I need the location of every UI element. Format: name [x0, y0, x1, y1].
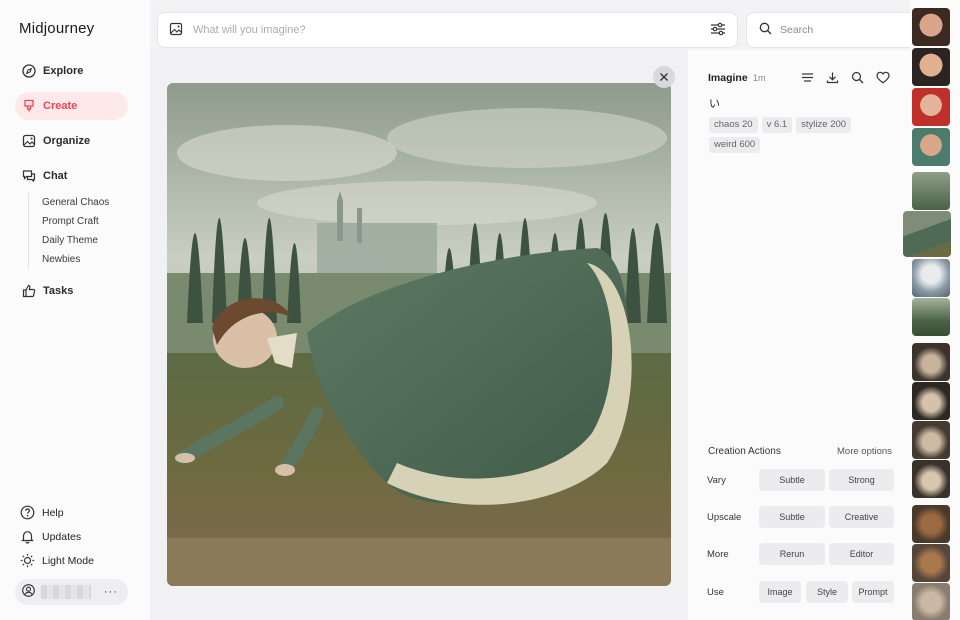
brush-icon: [21, 99, 36, 114]
image-icon: [21, 134, 36, 149]
history-thumbnail-selected[interactable]: [903, 211, 951, 257]
generated-image[interactable]: [167, 83, 671, 586]
imagine-prompt-bar[interactable]: [157, 12, 738, 48]
param-tag[interactable]: stylize 200: [796, 117, 852, 133]
upscale-creative-button[interactable]: Creative: [829, 506, 894, 528]
history-thumbnail[interactable]: [912, 421, 950, 459]
history-thumbnail[interactable]: [912, 343, 950, 381]
search-bar[interactable]: [746, 12, 928, 48]
prompt-text[interactable]: い: [709, 95, 720, 111]
heart-icon[interactable]: [875, 70, 890, 85]
sidebar: Midjourney Explore Create Organize Chat …: [0, 0, 150, 620]
compass-icon: [21, 64, 36, 79]
chat-icon: [21, 169, 36, 184]
brand-logo[interactable]: Midjourney: [19, 20, 94, 37]
sidebar-item-label: Organize: [43, 135, 91, 147]
search-input[interactable]: [780, 24, 910, 36]
upscale-label: Upscale: [707, 512, 742, 523]
filter-lines-icon[interactable]: [800, 70, 815, 85]
sidebar-item-label: Chat: [43, 170, 68, 182]
painting-girl-in-green-dress: [167, 83, 671, 586]
chat-room-newbies[interactable]: Newbies: [42, 250, 109, 269]
user-name-redacted: [41, 585, 91, 599]
history-thumbnail[interactable]: [912, 298, 950, 336]
history-thumbnail[interactable]: [912, 172, 950, 210]
help-link[interactable]: Help: [20, 505, 64, 520]
image-prompt-icon[interactable]: [169, 22, 183, 39]
sidebar-item-tasks[interactable]: Tasks: [15, 277, 128, 305]
history-thumbnail[interactable]: [912, 583, 950, 620]
close-viewer-button[interactable]: [653, 66, 675, 88]
use-prompt-button[interactable]: Prompt: [852, 581, 894, 603]
param-tag[interactable]: weird 600: [709, 137, 761, 153]
job-timestamp: 1m: [753, 73, 766, 83]
sun-icon: [20, 553, 35, 568]
use-image-button[interactable]: Image: [759, 581, 801, 603]
job-type-title: Imagine: [708, 72, 748, 84]
light-mode-label: Light Mode: [42, 554, 94, 567]
history-thumbnail[interactable]: [912, 544, 950, 582]
user-account-pill[interactable]: ···: [15, 579, 128, 605]
close-icon: [660, 73, 668, 81]
image-action-toolbar: [800, 70, 890, 85]
search-icon: [759, 22, 772, 38]
download-icon[interactable]: [825, 70, 840, 85]
history-thumbnail[interactable]: [912, 88, 950, 126]
vary-label: Vary: [707, 475, 726, 486]
more-label: More: [707, 549, 729, 560]
updates-label: Updates: [42, 530, 82, 543]
upscale-subtle-button[interactable]: Subtle: [759, 506, 825, 528]
param-tag[interactable]: v 6.1: [761, 117, 793, 133]
search-similar-icon[interactable]: [850, 70, 865, 85]
thumbs-up-icon: [21, 284, 36, 299]
sidebar-item-label: Explore: [43, 65, 84, 77]
rerun-button[interactable]: Rerun: [759, 543, 825, 565]
history-thumbnail[interactable]: [912, 505, 950, 543]
parameter-tags: chaos 20 v 6.1 stylize 200 weird 600: [709, 117, 889, 153]
history-thumbnail[interactable]: [912, 48, 950, 86]
sidebar-item-label: Tasks: [43, 285, 74, 297]
bell-icon: [20, 529, 35, 544]
sidebar-item-create[interactable]: Create: [15, 92, 128, 120]
history-thumbnail[interactable]: [912, 382, 950, 420]
chat-room-list: General Chaos Prompt Craft Daily Theme N…: [28, 193, 109, 269]
chat-room-daily-theme[interactable]: Daily Theme: [42, 231, 109, 250]
more-options-link[interactable]: More options: [837, 446, 892, 457]
imagine-prompt-input[interactable]: [193, 24, 710, 36]
updates-link[interactable]: Updates: [20, 529, 81, 544]
light-mode-toggle[interactable]: Light Mode: [20, 553, 94, 568]
creation-actions-title: Creation Actions: [708, 446, 781, 457]
chat-room-prompt-craft[interactable]: Prompt Craft: [42, 212, 109, 231]
history-thumbnail[interactable]: [912, 460, 950, 498]
vary-subtle-button[interactable]: Subtle: [759, 469, 825, 491]
sidebar-item-organize[interactable]: Organize: [15, 127, 128, 155]
use-style-button[interactable]: Style: [806, 581, 848, 603]
user-more-button[interactable]: ···: [104, 586, 118, 598]
editor-button[interactable]: Editor: [829, 543, 894, 565]
use-label: Use: [707, 587, 724, 598]
user-avatar-icon: [22, 584, 35, 600]
param-tag[interactable]: chaos 20: [709, 117, 758, 133]
sidebar-item-chat[interactable]: Chat: [15, 162, 128, 190]
sidebar-item-label: Create: [43, 100, 78, 112]
vary-strong-button[interactable]: Strong: [829, 469, 894, 491]
history-thumbnail[interactable]: [912, 8, 950, 46]
history-thumbnail[interactable]: [912, 128, 950, 166]
sidebar-item-explore[interactable]: Explore: [15, 57, 128, 85]
help-icon: [20, 505, 35, 520]
help-label: Help: [42, 506, 64, 519]
chat-room-general-chaos[interactable]: General Chaos: [42, 193, 109, 212]
settings-sliders-icon[interactable]: [710, 22, 726, 39]
history-thumbnail[interactable]: [912, 259, 950, 297]
